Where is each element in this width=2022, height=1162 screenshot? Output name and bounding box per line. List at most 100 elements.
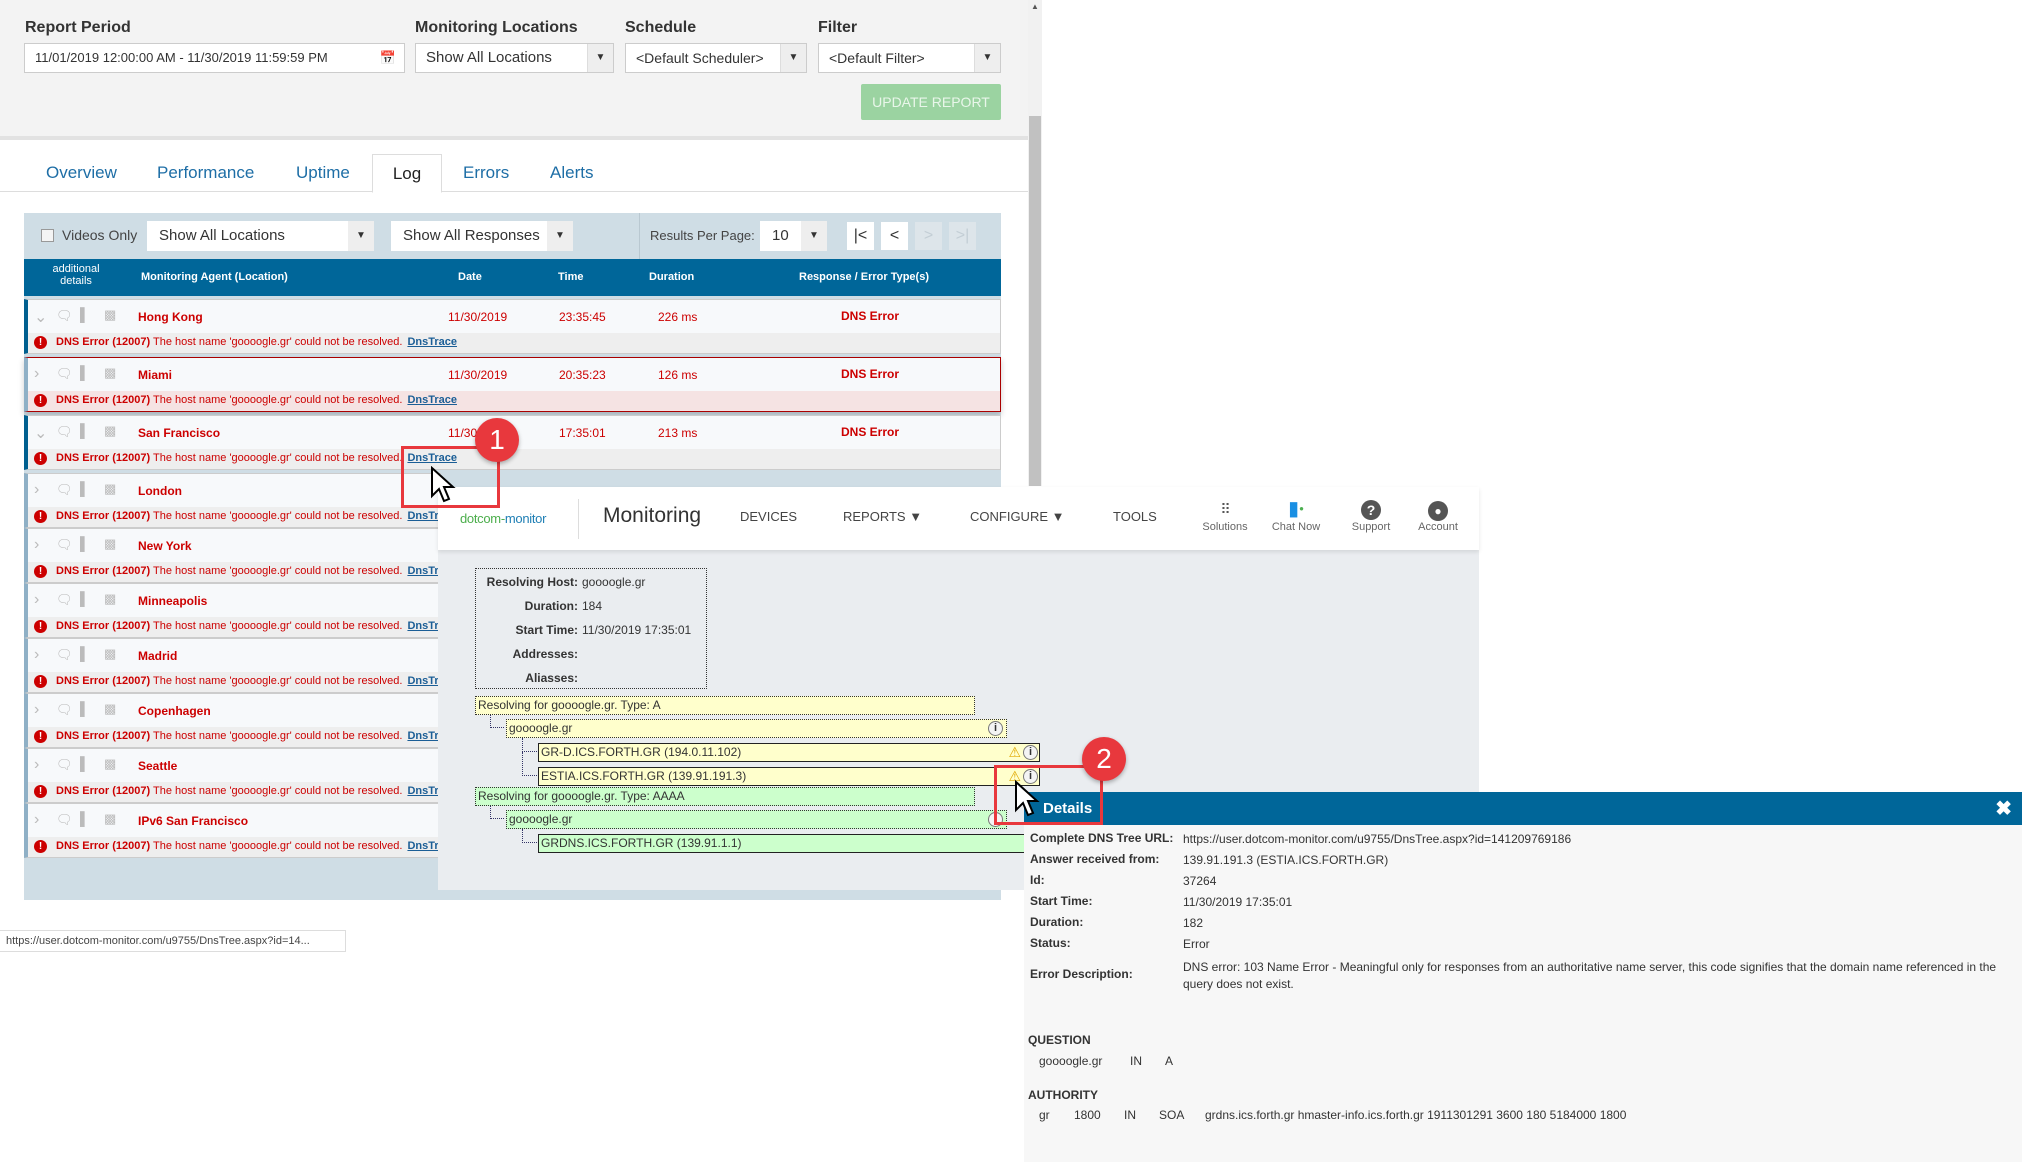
video-icon[interactable]: ▩ bbox=[104, 423, 116, 439]
col-date[interactable]: Date bbox=[458, 271, 482, 283]
table-row[interactable]: › 🗨 ▌ ▩ Copenhagen! DNS Error (12007) The hos… bbox=[24, 693, 441, 748]
comment-icon[interactable]: 🗨 bbox=[56, 366, 73, 382]
expand-chevron-icon[interactable]: › bbox=[34, 646, 39, 664]
scrollbar-thumb[interactable] bbox=[1029, 116, 1041, 486]
close-icon[interactable]: ✖ bbox=[1995, 796, 2012, 821]
page-scrollbar[interactable]: ▲ bbox=[1028, 0, 1042, 486]
nav-account[interactable]: ● Account bbox=[1411, 497, 1465, 533]
dnstrace-link[interactable]: DnsTrace bbox=[407, 394, 457, 406]
log-locations-select[interactable]: Show All Locations ▼ bbox=[147, 221, 374, 251]
table-row[interactable]: › 🗨 ▌ ▩ London! DNS Error (12007) The host na… bbox=[24, 473, 441, 528]
last-page-button[interactable]: >| bbox=[949, 222, 976, 250]
video-icon[interactable]: ▩ bbox=[104, 701, 116, 717]
update-report-button[interactable]: UPDATE REPORT bbox=[861, 84, 1001, 120]
videos-only-checkbox[interactable] bbox=[41, 229, 54, 242]
chart-icon[interactable]: ▌ bbox=[80, 811, 89, 826]
comment-icon[interactable]: 🗨 bbox=[56, 482, 73, 498]
video-icon[interactable]: ▩ bbox=[104, 591, 116, 607]
table-row[interactable]: ⌄ 🗨 ▌ ▩ Hong Kong 11/30/2019 23:35:45 226 ms DNS… bbox=[24, 299, 1001, 354]
chart-icon[interactable]: ▌ bbox=[80, 591, 89, 606]
table-row[interactable]: › 🗨 ▌ ▩ IPv6 San Francisco! DNS Error (12007)… bbox=[24, 803, 441, 858]
chart-icon[interactable]: ▌ bbox=[80, 756, 89, 771]
dnstrace-link[interactable]: DnsTr bbox=[407, 510, 438, 522]
col-response[interactable]: Response / Error Type(s) bbox=[799, 271, 929, 283]
info-icon[interactable]: i bbox=[988, 721, 1003, 736]
dnstrace-link[interactable]: DnsTr bbox=[407, 675, 438, 687]
tree-node-type-aaaa[interactable]: Resolving for goooogle.gr. Type: AAAA bbox=[475, 787, 975, 806]
nav-support[interactable]: ? Support bbox=[1346, 497, 1396, 533]
video-icon[interactable]: ▩ bbox=[104, 646, 116, 662]
expand-chevron-icon[interactable]: › bbox=[34, 591, 39, 609]
expand-chevron-icon[interactable]: › bbox=[34, 536, 39, 554]
expand-chevron-icon[interactable]: ⌄ bbox=[34, 307, 47, 327]
calendar-icon[interactable]: 📅 bbox=[380, 44, 396, 72]
tree-node-ns-grdns[interactable]: GRDNS.ICS.FORTH.GR (139.91.1.1) ⚠ bbox=[538, 834, 1040, 853]
tab-log[interactable]: Log bbox=[372, 154, 442, 193]
table-row[interactable]: › 🗨 ▌ ▩ Minneapolis! DNS Error (12007) The ho… bbox=[24, 583, 441, 638]
chart-icon[interactable]: ▌ bbox=[80, 365, 89, 380]
dnstrace-link[interactable]: DnsTr bbox=[407, 785, 438, 797]
dnstrace-link[interactable]: DnsTr bbox=[407, 565, 438, 577]
comment-icon[interactable]: 🗨 bbox=[56, 702, 73, 718]
filter-select[interactable]: <Default Filter> ▼ bbox=[818, 43, 1001, 73]
col-duration[interactable]: Duration bbox=[649, 271, 694, 283]
comment-icon[interactable]: 🗨 bbox=[56, 647, 73, 663]
video-icon[interactable]: ▩ bbox=[104, 365, 116, 381]
first-page-button[interactable]: |< bbox=[847, 222, 874, 250]
schedule-select[interactable]: <Default Scheduler> ▼ bbox=[625, 43, 807, 73]
comment-icon[interactable]: 🗨 bbox=[56, 757, 73, 773]
tree-node-domain-aaaa[interactable]: goooogle.gr i bbox=[506, 810, 1007, 829]
dotcom-monitor-logo[interactable]: dotcom-monitor bbox=[460, 511, 546, 526]
comment-icon[interactable]: 🗨 bbox=[56, 308, 73, 324]
chart-icon[interactable]: ▌ bbox=[80, 536, 89, 551]
comment-icon[interactable]: 🗨 bbox=[56, 592, 73, 608]
nav-tools[interactable]: TOOLS bbox=[1113, 509, 1157, 524]
nav-chat-now[interactable]: ▮● Chat Now bbox=[1266, 497, 1326, 533]
comment-icon[interactable]: 🗨 bbox=[56, 812, 73, 828]
nav-solutions[interactable]: ⠿ Solutions bbox=[1195, 497, 1255, 533]
dnstrace-link[interactable]: DnsTr bbox=[407, 730, 438, 742]
col-time[interactable]: Time bbox=[558, 271, 583, 283]
table-row[interactable]: › 🗨 ▌ ▩ Miami 11/30/2019 20:35:23 126 ms DNS Err… bbox=[24, 357, 1001, 412]
tab-uptime[interactable]: Uptime bbox=[282, 154, 364, 192]
expand-chevron-icon[interactable]: ⌄ bbox=[34, 423, 47, 443]
dnstrace-link[interactable]: DnsTrace bbox=[407, 336, 457, 348]
chart-icon[interactable]: ▌ bbox=[80, 646, 89, 661]
chart-icon[interactable]: ▌ bbox=[80, 481, 89, 496]
video-icon[interactable]: ▩ bbox=[104, 481, 116, 497]
tree-node-type-a[interactable]: Resolving for goooogle.gr. Type: A bbox=[475, 696, 975, 715]
tree-node-ns-estia[interactable]: ESTIA.ICS.FORTH.GR (139.91.191.3) ⚠ i bbox=[538, 767, 1040, 786]
expand-chevron-icon[interactable]: › bbox=[34, 811, 39, 829]
comment-icon[interactable]: 🗨 bbox=[56, 424, 73, 440]
video-icon[interactable]: ▩ bbox=[104, 307, 116, 323]
col-agent[interactable]: Monitoring Agent (Location) bbox=[141, 271, 288, 283]
tree-node-ns-grd[interactable]: GR-D.ICS.FORTH.GR (194.0.11.102) ⚠ i bbox=[538, 743, 1040, 762]
nav-configure[interactable]: CONFIGURE ▼ bbox=[970, 509, 1064, 524]
expand-chevron-icon[interactable]: › bbox=[34, 756, 39, 774]
video-icon[interactable]: ▩ bbox=[104, 756, 116, 772]
video-icon[interactable]: ▩ bbox=[104, 536, 116, 552]
table-row[interactable]: › 🗨 ▌ ▩ New York! DNS Error (12007) The host … bbox=[24, 528, 441, 583]
locations-select[interactable]: Show All Locations ▼ bbox=[415, 43, 614, 73]
tab-alerts[interactable]: Alerts bbox=[536, 154, 607, 192]
expand-chevron-icon[interactable]: › bbox=[34, 701, 39, 719]
tab-overview[interactable]: Overview bbox=[32, 154, 131, 192]
results-per-page-select[interactable]: 10 ▼ bbox=[760, 221, 827, 251]
nav-reports[interactable]: REPORTS ▼ bbox=[843, 509, 922, 524]
chart-icon[interactable]: ▌ bbox=[80, 701, 89, 716]
chart-icon[interactable]: ▌ bbox=[80, 307, 89, 322]
report-period-input[interactable]: 11/01/2019 12:00:00 AM - 11/30/2019 11:5… bbox=[24, 43, 405, 73]
tree-node-domain-a[interactable]: goooogle.gr i bbox=[506, 719, 1007, 738]
dnstrace-link[interactable]: DnsTr bbox=[407, 840, 438, 852]
responses-select[interactable]: Show All Responses ▼ bbox=[391, 221, 573, 251]
next-page-button[interactable]: > bbox=[915, 222, 942, 250]
tab-performance[interactable]: Performance bbox=[143, 154, 268, 192]
comment-icon[interactable]: 🗨 bbox=[56, 537, 73, 553]
table-row[interactable]: › 🗨 ▌ ▩ Seattle! DNS Error (12007) The host n… bbox=[24, 748, 441, 803]
detail-value[interactable]: https://user.dotcom-monitor.com/u9755/Dn… bbox=[1183, 831, 2013, 848]
dnstrace-link[interactable]: DnsTr bbox=[407, 620, 438, 632]
video-icon[interactable]: ▩ bbox=[104, 811, 116, 827]
nav-devices[interactable]: DEVICES bbox=[740, 509, 797, 524]
tab-errors[interactable]: Errors bbox=[449, 154, 523, 192]
warning-icon[interactable]: ⚠ bbox=[1008, 744, 1021, 761]
